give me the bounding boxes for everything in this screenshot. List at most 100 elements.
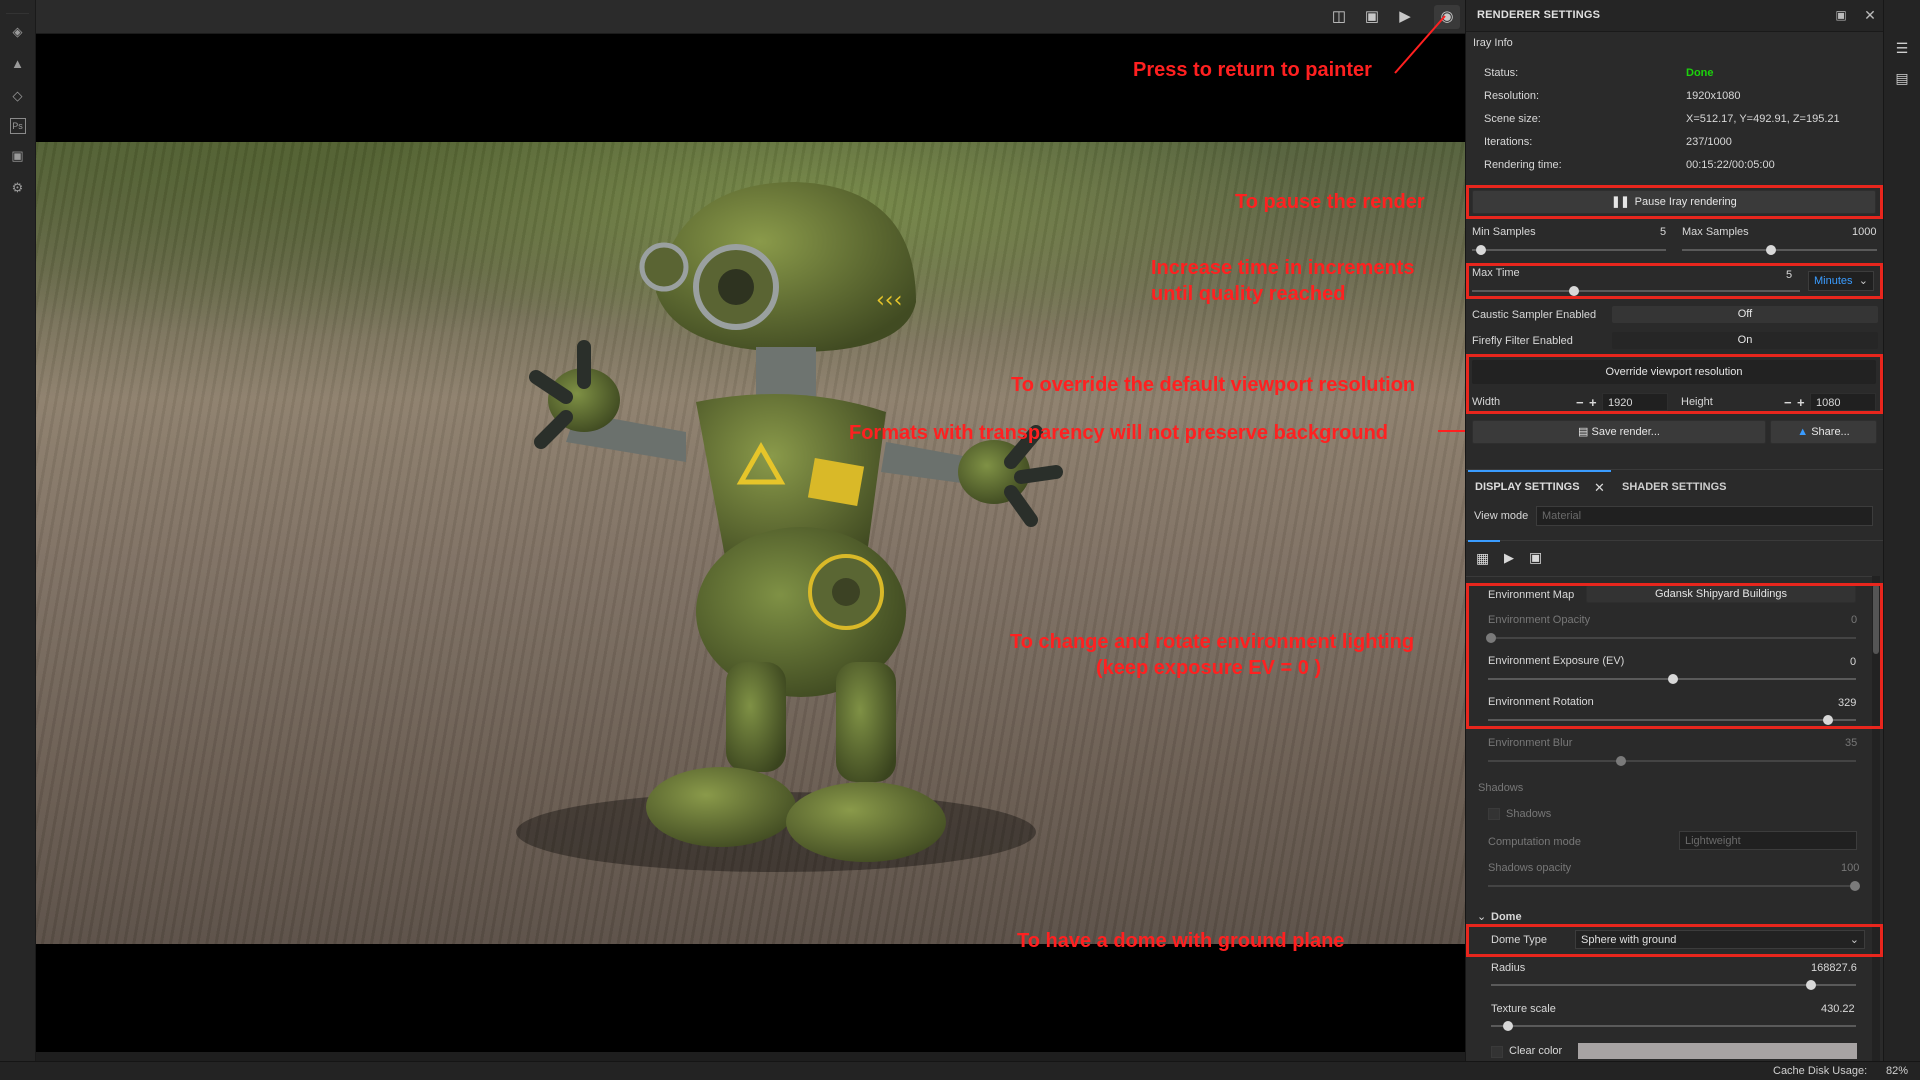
clear-color-label: Clear color: [1509, 1045, 1563, 1057]
clear-color-swatch[interactable]: [1578, 1043, 1857, 1059]
slider-knob[interactable]: [1503, 1021, 1513, 1031]
viewport-toolbar: ◫ ▣ ▶ ◉: [36, 0, 1465, 34]
radius-value: 168827.6: [1811, 962, 1857, 974]
callout-dome: To have a dome with ground plane: [1017, 930, 1345, 952]
view-mode-label: View mode: [1474, 510, 1529, 522]
callout-return: Press to return to painter: [1133, 59, 1372, 81]
close-icon[interactable]: ✕: [1863, 8, 1877, 22]
save-render-label: Save render...: [1591, 426, 1660, 438]
divider: [1466, 576, 1872, 577]
slider-knob[interactable]: [1850, 881, 1860, 891]
frame-icon[interactable]: ▣: [1529, 549, 1542, 566]
max-samples-slider[interactable]: [1682, 245, 1877, 255]
rendering-time-value: 00:15:22/00:05:00: [1686, 159, 1775, 171]
properties-icon[interactable]: ▤: [1892, 68, 1912, 88]
iterations-value: 237/1000: [1686, 136, 1732, 148]
panel-title: RENDERER SETTINGS: [1477, 9, 1601, 21]
document-icon[interactable]: ▣: [8, 146, 28, 166]
dome-section[interactable]: Dome: [1491, 911, 1522, 923]
share-label: Share...: [1811, 426, 1850, 438]
status-bar: Cache Disk Usage: 82%: [0, 1061, 1920, 1080]
section-iray-info: Iray Info: [1473, 37, 1513, 49]
divider: [1466, 540, 1883, 541]
highlight-override: [1466, 354, 1883, 414]
status-value: Done: [1686, 67, 1714, 79]
callout-override: To override the default viewport resolut…: [1011, 374, 1416, 396]
cube-icon[interactable]: ▣: [1359, 5, 1385, 29]
iterations-label: Iterations:: [1484, 136, 1533, 148]
layers-icon[interactable]: ◈: [8, 22, 28, 42]
right-dock-strip: ☰ ▤: [1883, 0, 1920, 1061]
cache-value: 82%: [1886, 1065, 1909, 1077]
share-button[interactable]: ▲ Share...: [1770, 420, 1877, 444]
texture-scale-value: 430.22: [1821, 1003, 1855, 1015]
clear-color-checkbox[interactable]: [1491, 1046, 1503, 1058]
settings-icon[interactable]: ⚙: [8, 178, 28, 198]
callout-return-arrow: [1394, 15, 1446, 74]
env-blur-value: 35: [1845, 737, 1858, 749]
firefly-toggle[interactable]: On: [1612, 332, 1878, 349]
highlight-pause: [1466, 185, 1883, 219]
shadows-checkbox-label: Shadows: [1506, 808, 1552, 820]
split-view-icon[interactable]: ◫: [1326, 5, 1352, 29]
shadows-section: Shadows: [1478, 782, 1524, 794]
save-render-button[interactable]: ▤ Save render...: [1472, 420, 1766, 444]
callout-env-2: (keep exposure EV = 0 ): [1096, 657, 1322, 679]
caustic-label: Caustic Sampler Enabled: [1472, 309, 1597, 321]
callout-time-1: Increase time in increments: [1151, 257, 1415, 279]
bell-icon[interactable]: ▲: [8, 54, 28, 74]
callout-pause: To pause the render: [1235, 191, 1425, 213]
toolbar-handle: [6, 0, 29, 14]
resolution-value: 1920x1080: [1686, 90, 1741, 102]
close-tab-icon[interactable]: ✕: [1594, 480, 1605, 496]
tab-shader-settings[interactable]: SHADER SETTINGS: [1622, 481, 1727, 493]
max-samples-value: 1000: [1852, 226, 1877, 238]
subtab-indicator: [1468, 540, 1500, 542]
panel-header: RENDERER SETTINGS ▣ ✕: [1466, 0, 1883, 32]
image-icon[interactable]: ▦: [1476, 550, 1489, 567]
slider-knob[interactable]: [1616, 756, 1626, 766]
slider-knob[interactable]: [1806, 980, 1816, 990]
shadows-checkbox[interactable]: [1488, 808, 1500, 820]
env-blur-slider[interactable]: [1488, 756, 1856, 766]
renderer-settings-panel: RENDERER SETTINGS ▣ ✕ Iray Info Status: …: [1465, 0, 1883, 1061]
left-toolbar: ◈ ▲ ◇ Ps ▣ ⚙: [0, 0, 36, 1061]
camera-icon[interactable]: ▶: [1504, 550, 1514, 566]
texture-scale-slider[interactable]: [1491, 1021, 1856, 1031]
slider-knob[interactable]: [1476, 245, 1486, 255]
tab-display-settings[interactable]: DISPLAY SETTINGS: [1475, 481, 1580, 493]
radius-label: Radius: [1491, 962, 1526, 974]
shadows-opacity-label: Shadows opacity: [1488, 862, 1572, 874]
highlight-max-time: [1466, 263, 1883, 299]
caustic-toggle[interactable]: Off: [1612, 306, 1878, 323]
env-blur-label: Environment Blur: [1488, 737, 1573, 749]
slider-knob[interactable]: [1766, 245, 1776, 255]
texture-scale-label: Texture scale: [1491, 1003, 1556, 1015]
save-icon: ▤: [1578, 426, 1589, 438]
resolution-label: Resolution:: [1484, 90, 1540, 102]
min-samples-slider[interactable]: [1472, 245, 1666, 255]
min-samples-value: 5: [1660, 226, 1667, 238]
callout-env-1: To change and rotate environment lightin…: [1010, 631, 1415, 653]
callout-formats: Formats with transparency will not prese…: [849, 422, 1389, 444]
computation-mode-label: Computation mode: [1488, 836, 1581, 848]
callout-time-2: until quality reached: [1151, 283, 1346, 305]
shadows-opacity-slider[interactable]: [1488, 881, 1860, 891]
min-samples-label: Min Samples: [1472, 226, 1536, 238]
stack-icon[interactable]: ◇: [8, 86, 28, 106]
computation-mode-select[interactable]: Lightweight: [1679, 831, 1857, 850]
shadows-opacity-value: 100: [1841, 862, 1860, 874]
tab-indicator: [1468, 470, 1611, 472]
share-icon: ▲: [1797, 426, 1809, 438]
svg-text:‹‹‹: ‹‹‹: [876, 288, 902, 313]
max-samples-label: Max Samples: [1682, 226, 1749, 238]
undock-icon[interactable]: ▣: [1834, 8, 1848, 22]
app-window: ◈ ▲ ◇ Ps ▣ ⚙ ◫ ▣ ▶ ◉ ‹‹‹ Press to return…: [0, 0, 1920, 1080]
cache-label: Cache Disk Usage:: [1773, 1065, 1868, 1077]
view-mode-input[interactable]: Material: [1536, 506, 1873, 526]
chevron-down-icon[interactable]: ⌄: [1477, 910, 1486, 923]
rendering-time-label: Rendering time:: [1484, 159, 1562, 171]
photoshop-icon[interactable]: Ps: [9, 118, 26, 134]
radius-slider[interactable]: [1491, 980, 1856, 990]
renderer-icon[interactable]: ☰: [1892, 38, 1912, 58]
